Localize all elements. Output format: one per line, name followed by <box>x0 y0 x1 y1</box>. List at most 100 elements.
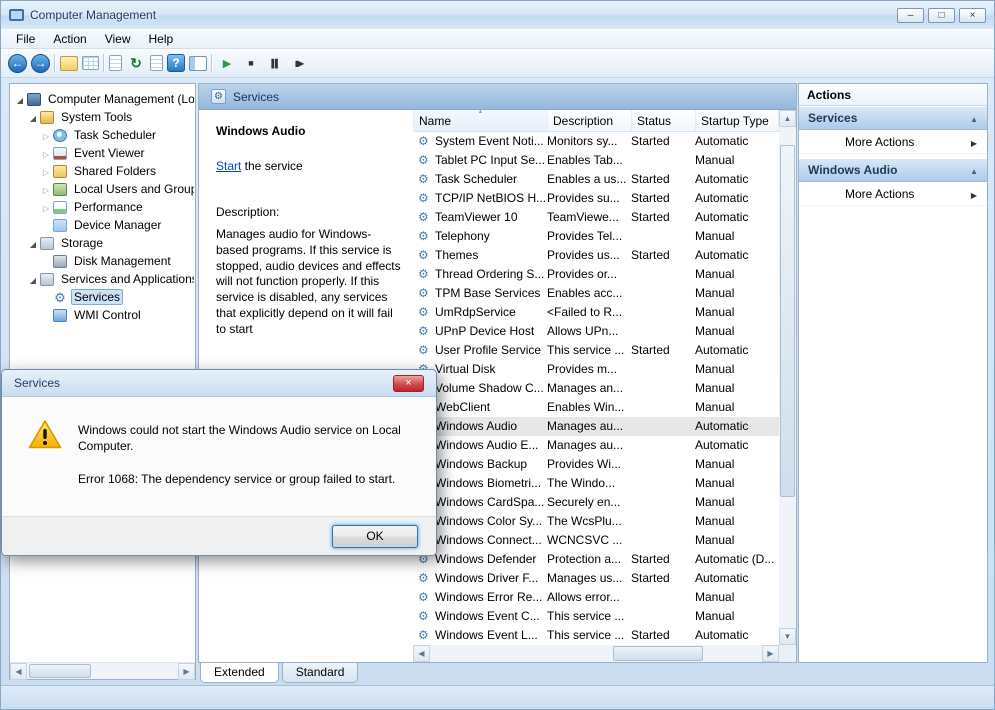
minimize-button[interactable]: – <box>897 7 924 23</box>
toggle-pane-icon[interactable] <box>189 55 207 71</box>
tree-item[interactable]: System Tools <box>11 108 194 126</box>
service-row[interactable]: Task Scheduler Enables a us... Started A… <box>413 170 779 189</box>
service-row[interactable]: Volume Shadow C... Manages an... Manual <box>413 379 779 398</box>
forward-icon[interactable]: → <box>31 53 50 73</box>
service-row[interactable]: Telephony Provides Tel... Manual <box>413 227 779 246</box>
service-row[interactable]: Themes Provides us... Started Automatic <box>413 246 779 265</box>
tree-expander-icon[interactable] <box>40 182 52 196</box>
refresh-icon[interactable]: ↻ <box>126 53 146 73</box>
vertical-scroll-thumb[interactable] <box>780 145 795 497</box>
tree-scroll-left-button[interactable]: ◀ <box>10 663 27 680</box>
service-row[interactable]: Windows CardSpa... Securely en... Manual <box>413 493 779 512</box>
show-console-tree-icon[interactable] <box>60 55 78 71</box>
titlebar[interactable]: Computer Management – □ × <box>1 1 994 29</box>
service-row[interactable]: Windows Audio E... Manages au... Automat… <box>413 436 779 455</box>
service-row[interactable]: UPnP Device Host Allows UPn... Manual <box>413 322 779 341</box>
service-row[interactable]: Windows Backup Provides Wi... Manual <box>413 455 779 474</box>
action-section-header[interactable]: Windows Audio <box>799 158 987 182</box>
start-service-icon[interactable]: ▶ <box>217 53 237 73</box>
service-row[interactable]: Windows Audio Manages au... Automatic <box>413 417 779 436</box>
service-row[interactable]: Windows Error Re... Allows error... Manu… <box>413 588 779 607</box>
horizontal-scroll-thumb[interactable] <box>612 646 703 661</box>
service-row[interactable]: Virtual Disk Provides m... Manual <box>413 360 779 379</box>
tree-scroll-track[interactable] <box>27 663 178 679</box>
toolbar-separator[interactable] <box>103 54 105 72</box>
start-service-link[interactable]: Start <box>216 159 241 173</box>
tree-item[interactable]: Shared Folders <box>11 162 194 180</box>
services-horizontal-scrollbar[interactable]: ◀ ▶ <box>413 645 779 662</box>
view-tab[interactable]: Extended <box>200 663 279 683</box>
column-header-status[interactable]: Status <box>632 110 696 131</box>
chevron-up-icon[interactable] <box>970 163 978 177</box>
tree-expander-icon[interactable] <box>40 146 52 160</box>
export-doc-icon[interactable] <box>150 55 163 71</box>
tree-expander-icon[interactable] <box>27 236 39 250</box>
service-row[interactable]: TCP/IP NetBIOS H... Provides su... Start… <box>413 189 779 208</box>
tree-expander-icon[interactable] <box>27 110 39 124</box>
service-row[interactable]: Windows Event C... This service ... Manu… <box>413 607 779 626</box>
service-row[interactable]: Windows Defender Protection a... Started… <box>413 550 779 569</box>
tree-expander-icon[interactable] <box>40 200 52 214</box>
more-actions-item[interactable]: More Actions <box>799 182 987 206</box>
service-row[interactable]: User Profile Service This service ... St… <box>413 341 779 360</box>
menu-item[interactable]: Action <box>44 30 95 48</box>
tree-expander-icon[interactable] <box>40 128 52 142</box>
tree-scroll-right-button[interactable]: ▶ <box>178 663 195 680</box>
tree-item[interactable]: Task Scheduler <box>11 126 194 144</box>
tree-item[interactable]: Device Manager <box>11 216 194 234</box>
tree-item[interactable]: Local Users and Groups <box>11 180 194 198</box>
menu-item[interactable]: File <box>7 30 44 48</box>
service-row[interactable]: TeamViewer 10 TeamViewe... Started Autom… <box>413 208 779 227</box>
dialog-titlebar[interactable]: Services × <box>2 370 436 397</box>
scroll-up-button[interactable]: ▲ <box>779 110 796 127</box>
menu-item[interactable]: Help <box>140 30 183 48</box>
tree-item[interactable]: Services and Applications <box>11 270 194 288</box>
service-row[interactable]: Thread Ordering S... Provides or... Manu… <box>413 265 779 284</box>
tree-item[interactable]: Computer Management (Local) <box>11 90 194 108</box>
service-row[interactable]: System Event Noti... Monitors sy... Star… <box>413 132 779 151</box>
service-row[interactable]: UmRdpService <Failed to R... Manual <box>413 303 779 322</box>
tree-item[interactable]: Event Viewer <box>11 144 194 162</box>
ok-button[interactable]: OK <box>332 524 418 548</box>
close-button[interactable]: × <box>959 7 986 23</box>
service-row[interactable]: Windows Connect... WCNCSVC ... Manual <box>413 531 779 550</box>
chevron-up-icon[interactable] <box>970 111 978 125</box>
service-row[interactable]: Tablet PC Input Se... Enables Tab... Man… <box>413 151 779 170</box>
doc-properties-icon[interactable] <box>109 55 122 71</box>
view-tab[interactable]: Standard <box>281 663 359 683</box>
column-header-description[interactable]: Description <box>548 110 632 131</box>
service-row[interactable]: Windows Event L... This service ... Star… <box>413 626 779 645</box>
action-section-header[interactable]: Services <box>799 106 987 130</box>
tree-expander-icon[interactable] <box>27 272 39 286</box>
back-icon[interactable]: ← <box>8 53 27 73</box>
tree-item[interactable]: Disk Management <box>11 252 194 270</box>
service-row[interactable]: Windows Driver F... Manages us... Starte… <box>413 569 779 588</box>
column-header-startup-type[interactable]: Startup Type <box>696 110 779 131</box>
vertical-scroll-track[interactable] <box>779 127 796 628</box>
more-actions-item[interactable]: More Actions <box>799 130 987 154</box>
service-row[interactable]: TPM Base Services Enables acc... Manual <box>413 284 779 303</box>
stop-service-icon[interactable]: ■ <box>241 53 261 73</box>
tree-item[interactable]: WMI Control <box>11 306 194 324</box>
tree-scroll-thumb[interactable] <box>29 664 91 678</box>
service-row[interactable]: WebClient Enables Win... Manual <box>413 398 779 417</box>
tree-expander-icon[interactable] <box>14 92 26 106</box>
dialog-close-button[interactable]: × <box>393 374 424 392</box>
restart-service-icon[interactable]: ▮▶ <box>289 53 309 73</box>
tree-expander-icon[interactable] <box>40 164 52 178</box>
tree-item[interactable]: Performance <box>11 198 194 216</box>
export-list-icon[interactable] <box>82 56 99 70</box>
tree-horizontal-scrollbar[interactable]: ◀ ▶ <box>10 662 195 680</box>
help-icon[interactable]: ? <box>167 54 185 72</box>
list-scroll-left-button[interactable]: ◀ <box>413 645 430 662</box>
service-row[interactable]: Windows Color Sy... The WcsPlu... Manual <box>413 512 779 531</box>
services-vertical-scrollbar[interactable]: ▲ ▼ <box>779 110 796 645</box>
column-header-name[interactable]: Name <box>414 110 548 131</box>
tree-item[interactable]: Storage <box>11 234 194 252</box>
horizontal-scroll-track[interactable] <box>430 645 762 662</box>
service-row[interactable]: Windows Biometri... The Windo... Manual <box>413 474 779 493</box>
pause-service-icon[interactable]: ▌▌ <box>265 53 285 73</box>
menu-item[interactable]: View <box>96 30 140 48</box>
tree-item[interactable]: Services <box>11 288 194 306</box>
toolbar-separator[interactable] <box>211 54 213 72</box>
